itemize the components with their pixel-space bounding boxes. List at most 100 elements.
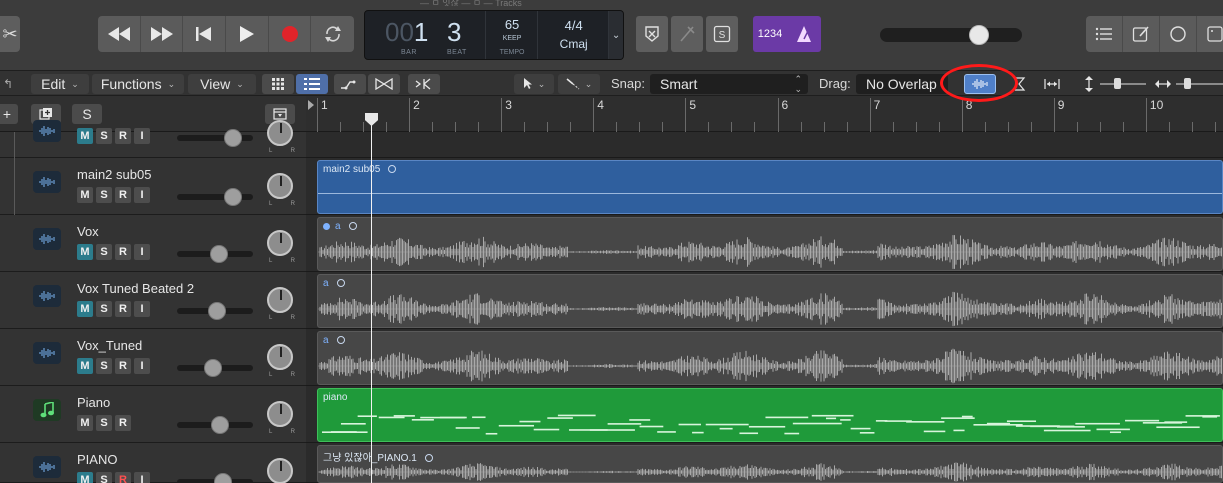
track-header-row[interactable]: MSRILR <box>0 120 306 158</box>
playhead-line[interactable] <box>371 113 372 483</box>
track-header-row[interactable]: Vox M S R I L R <box>0 215 306 272</box>
track-lane[interactable]: a <box>306 215 1223 272</box>
pan-knob[interactable] <box>267 230 293 256</box>
track-name[interactable]: Vox Tuned Beated 2 <box>77 281 194 296</box>
pan-knob[interactable] <box>267 173 293 199</box>
input-monitor-button[interactable]: I <box>134 472 150 483</box>
metronome-icon[interactable] <box>787 16 821 52</box>
mute-button[interactable]: M <box>77 187 93 203</box>
solo-button[interactable]: S <box>96 472 112 483</box>
record-enable-button[interactable]: R <box>115 128 131 144</box>
volume-fader[interactable] <box>177 416 253 434</box>
volume-fader[interactable] <box>177 245 253 263</box>
input-monitor-button[interactable]: I <box>134 244 150 260</box>
mute-button[interactable]: M <box>77 358 93 374</box>
region-options-circle-icon[interactable] <box>336 279 345 288</box>
volume-fader[interactable] <box>177 129 253 147</box>
track-header-row[interactable]: PIANOMSRILR <box>0 443 306 483</box>
drag-select[interactable]: No Overlap <box>856 74 948 94</box>
volume-fader-knob[interactable] <box>224 188 243 206</box>
input-monitor-button[interactable]: I <box>134 128 150 144</box>
fast-forward-icon[interactable] <box>141 16 184 52</box>
volume-fader-knob[interactable] <box>209 245 228 263</box>
flex-icon[interactable] <box>334 74 366 94</box>
solo-button[interactable]: S <box>96 415 112 431</box>
horizontal-zoom-thumb[interactable] <box>1184 78 1191 89</box>
solo-button[interactable]: S <box>96 244 112 260</box>
volume-fader[interactable] <box>177 473 253 483</box>
pointer-tool-icon[interactable]: ⌄ <box>514 74 554 94</box>
volume-fader-knob[interactable] <box>224 129 243 147</box>
region-options-circle-icon[interactable] <box>336 336 345 345</box>
catch-icon[interactable] <box>408 74 440 94</box>
replace-icon[interactable] <box>636 16 668 52</box>
track-header-row[interactable]: Vox Tuned Beated 2MSRILR <box>0 272 306 329</box>
pan-knob[interactable] <box>267 401 293 427</box>
bounce-icon[interactable] <box>368 74 400 94</box>
audio-region[interactable]: a <box>317 217 1223 271</box>
fit-horizontal-icon[interactable] <box>1040 74 1064 94</box>
record-enable-button[interactable]: R <box>115 415 131 431</box>
volume-fader-knob[interactable] <box>211 416 230 434</box>
midi-region[interactable]: piano <box>317 388 1223 442</box>
lcd-position[interactable]: 001 3 BAR BEAT <box>365 11 487 59</box>
grid-icon[interactable] <box>262 74 294 94</box>
record-enable-button[interactable]: R <box>115 187 131 203</box>
track-name[interactable]: Vox_Tuned <box>77 338 142 353</box>
audio-region[interactable]: 그냥 있잖아_PIANO.1 <box>317 445 1223 483</box>
waveform-zoom-icon[interactable] <box>964 74 996 94</box>
region-loop-icon[interactable] <box>424 454 433 463</box>
input-monitor-button[interactable]: I <box>134 187 150 203</box>
horizontal-zoom-icon[interactable] <box>1152 74 1174 94</box>
record-icon[interactable] <box>269 16 312 52</box>
pan-knob[interactable] <box>267 344 293 370</box>
audio-region[interactable]: main2 sub05 <box>317 160 1223 214</box>
track-name[interactable]: main2 sub05 <box>77 167 151 182</box>
track-name[interactable]: Vox <box>77 224 99 239</box>
track-lane[interactable]: main2 sub05 <box>306 158 1223 215</box>
rewind-icon[interactable] <box>98 16 141 52</box>
global-solo-button[interactable]: S <box>72 104 102 124</box>
master-volume-knob[interactable] <box>969 25 989 45</box>
solo-button[interactable]: S <box>96 187 112 203</box>
track-header-row[interactable]: Vox_Tuned M S R I L R <box>0 329 306 386</box>
volume-fader-knob[interactable] <box>207 302 226 320</box>
track-name[interactable]: Piano <box>77 395 110 410</box>
functions-menu[interactable]: Functions ⌄ <box>92 74 184 94</box>
lcd-mode-chevron-icon[interactable]: ⌄ <box>609 11 623 59</box>
go-to-start-icon[interactable] <box>183 16 227 52</box>
track-lane[interactable] <box>306 132 1223 158</box>
volume-fader-knob[interactable] <box>204 359 223 377</box>
bar-ruler[interactable]: 1 2 3 4 5 6 7 8 9 10 <box>306 96 1223 132</box>
automation-icon[interactable] <box>1008 74 1032 94</box>
snap-select[interactable]: Smart ⌃ ⌄ <box>650 74 808 94</box>
region-options-circle-icon[interactable] <box>388 165 397 174</box>
lcd-display[interactable]: 001 3 BAR BEAT 65 KEEP TEMPO 4/4 Cmaj ⌄ <box>364 10 624 60</box>
track-lane[interactable]: 그냥 있잖아_PIANO.1 <box>306 443 1223 483</box>
volume-fader-knob[interactable] <box>213 473 232 483</box>
view-menu[interactable]: View ⌄ <box>188 74 256 94</box>
add-track-icon[interactable]: + <box>0 104 18 124</box>
record-enable-button[interactable]: R <box>115 301 131 317</box>
track-lane[interactable]: piano <box>306 386 1223 443</box>
loop-browser-icon[interactable] <box>1160 16 1197 52</box>
mute-button[interactable]: M <box>77 301 93 317</box>
vertical-zoom-slider[interactable] <box>1100 83 1146 85</box>
solo-button[interactable]: S <box>96 358 112 374</box>
pan-knob[interactable] <box>267 120 293 146</box>
volume-fader[interactable] <box>177 359 253 377</box>
record-enable-button[interactable]: R <box>115 244 131 260</box>
lcd-signature[interactable]: 4/4 Cmaj <box>538 11 610 59</box>
record-enable-button[interactable]: R <box>115 472 131 483</box>
solo-button[interactable]: S <box>96 128 112 144</box>
notepad-icon[interactable] <box>1123 16 1160 52</box>
list-icon[interactable] <box>296 74 328 94</box>
browser-icon[interactable] <box>1197 16 1223 52</box>
input-monitor-button[interactable]: I <box>134 358 150 374</box>
volume-fader[interactable] <box>177 188 253 206</box>
volume-fader[interactable] <box>177 302 253 320</box>
pan-knob[interactable] <box>267 458 293 483</box>
track-name[interactable]: PIANO <box>77 452 117 467</box>
vertical-zoom-thumb[interactable] <box>1114 78 1121 89</box>
tuner-icon[interactable] <box>671 16 703 52</box>
